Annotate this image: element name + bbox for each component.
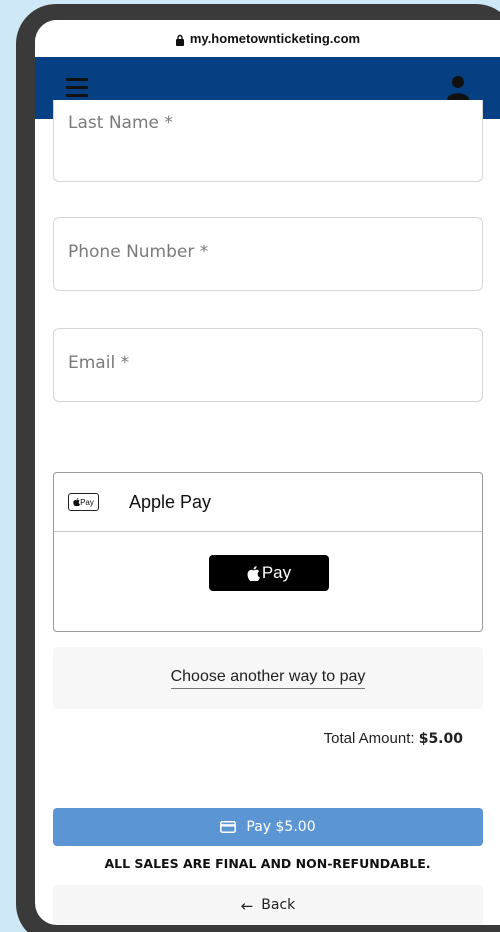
url-text: my.hometownticketing.com — [189, 31, 361, 46]
back-button-label: Back — [261, 897, 296, 913]
arrow-left-icon: ← — [240, 897, 254, 915]
credit-card-icon — [220, 821, 237, 833]
apple-pay-mark-icon: Pay — [68, 493, 99, 511]
user-icon[interactable] — [446, 75, 470, 101]
last-name-field[interactable]: Last Name * — [53, 100, 483, 182]
phone-number-label: Phone Number * — [68, 242, 209, 262]
sales-final-notice: ALL SALES ARE FINAL AND NON-REFUNDABLE. — [104, 856, 431, 871]
apple-logo-icon — [73, 498, 81, 506]
apple-pay-option[interactable]: Pay Apple Pay — [54, 473, 482, 532]
browser-screen: my.hometownticketing.com Last Name * Pho… — [35, 20, 500, 925]
apple-pay-button[interactable]: Pay — [209, 555, 329, 591]
lock-icon — [175, 34, 184, 46]
pay-button-label: Pay $5.00 — [246, 819, 316, 835]
hamburger-menu-icon[interactable] — [66, 78, 88, 98]
email-field[interactable]: Email * — [53, 328, 483, 402]
address-bar[interactable]: my.hometownticketing.com — [35, 20, 500, 57]
total-label: Total Amount: — [323, 730, 415, 747]
apple-pay-mark-text: Pay — [80, 497, 94, 507]
choose-another-way-section: Choose another way to pay — [53, 647, 483, 709]
apple-pay-button-label: Pay — [261, 563, 292, 582]
choose-another-way-link[interactable]: Choose another way to pay — [170, 668, 366, 689]
email-label: Email * — [68, 353, 130, 373]
apple-pay-label: Apple Pay — [129, 491, 212, 512]
total-value: $5.00 — [418, 731, 463, 747]
pay-button[interactable]: Pay $5.00 — [53, 808, 483, 846]
back-button[interactable]: ← Back — [53, 885, 483, 925]
apple-logo-icon — [247, 565, 260, 581]
apple-pay-panel: Pay Apple Pay Pay — [53, 472, 483, 632]
total-amount: Total Amount: $5.00 — [324, 730, 463, 747]
last-name-label: Last Name * — [68, 113, 173, 133]
phone-number-field[interactable]: Phone Number * — [53, 217, 483, 291]
